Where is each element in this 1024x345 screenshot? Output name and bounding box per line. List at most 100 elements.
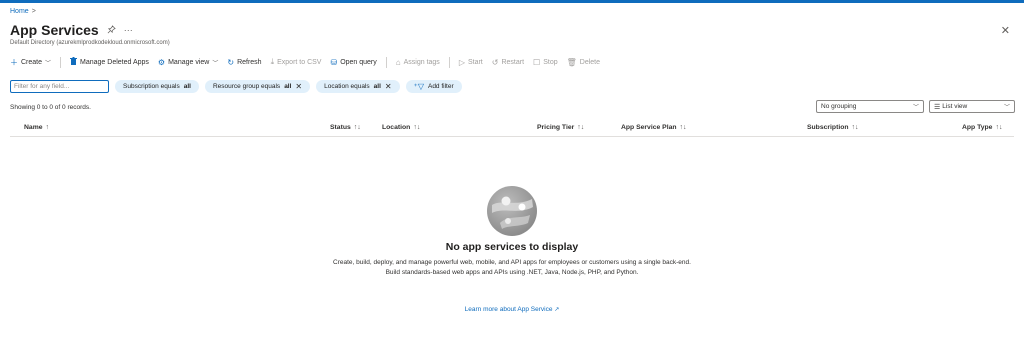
table-header: Name ↑ Status ↑↓ Location ↑↓ Pricing Tie… bbox=[10, 121, 1014, 137]
start-label: Start bbox=[467, 58, 483, 66]
toolbar-divider bbox=[385, 56, 387, 68]
sort-icon: ↑↓ bbox=[851, 124, 859, 131]
open-query-button[interactable]: ⛁ Open query bbox=[330, 58, 376, 67]
delete-button[interactable]: 🗑 Delete bbox=[567, 58, 600, 67]
chevron-down-icon: ﹀ bbox=[912, 105, 919, 111]
assign-tags-label: Assign tags bbox=[403, 58, 440, 66]
refresh-button[interactable]: ↻ Refresh bbox=[227, 58, 261, 67]
add-filter-label: Add filter bbox=[427, 83, 454, 90]
breadcrumb-separator: > bbox=[31, 8, 36, 15]
add-filter-icon: ⁺▽ bbox=[413, 82, 424, 91]
add-filter-button[interactable]: ⁺▽ Add filter bbox=[405, 80, 462, 93]
grouping-dropdown[interactable]: No grouping ﹀ bbox=[816, 100, 924, 113]
list-view-icon: ☰ bbox=[934, 103, 941, 111]
learn-more-label: Learn more about App Service bbox=[464, 306, 553, 313]
delete-label: Delete bbox=[579, 58, 600, 66]
app-service-globe-icon bbox=[487, 186, 537, 236]
filter-pill-label: Location equals bbox=[324, 83, 370, 90]
command-toolbar: ＋ Create ﹀ Manage Deleted Apps ⚙ Manage … bbox=[10, 56, 600, 68]
restart-button[interactable]: ↺ Restart bbox=[492, 58, 524, 67]
column-header-status[interactable]: Status ↑↓ bbox=[330, 124, 361, 131]
open-query-label: Open query bbox=[340, 58, 377, 66]
refresh-label: Refresh bbox=[237, 58, 262, 66]
stop-button[interactable]: ☐ Stop bbox=[533, 58, 558, 67]
sort-icon: ↑ bbox=[45, 124, 50, 131]
sort-icon: ↑↓ bbox=[679, 124, 687, 131]
filter-input[interactable] bbox=[10, 80, 109, 93]
download-icon: ⤓ bbox=[270, 57, 275, 66]
column-label: Status bbox=[330, 124, 351, 131]
empty-state: No app services to display Create, build… bbox=[0, 185, 1024, 278]
plus-icon: ＋ bbox=[10, 57, 18, 67]
column-label: Subscription bbox=[807, 124, 849, 131]
filter-pill-value: all bbox=[183, 83, 191, 90]
filter-pill-location[interactable]: Location equals all ✕ bbox=[316, 80, 400, 93]
start-button[interactable]: ▷ Start bbox=[459, 58, 483, 67]
create-label: Create bbox=[21, 58, 43, 66]
refresh-icon: ↻ bbox=[227, 57, 235, 67]
column-header-location[interactable]: Location ↑↓ bbox=[382, 124, 420, 131]
column-label: Name bbox=[24, 124, 43, 131]
filter-row: Subscription equals all Resource group e… bbox=[10, 80, 462, 93]
sort-icon: ↑↓ bbox=[577, 124, 585, 131]
chevron-down-icon: ﹀ bbox=[1003, 105, 1010, 111]
gear-icon: ⚙ bbox=[157, 57, 166, 67]
tag-icon: ⌂ bbox=[395, 57, 401, 67]
assign-tags-button[interactable]: ⌂ Assign tags bbox=[396, 58, 440, 67]
filter-pill-value: all bbox=[284, 83, 292, 90]
restart-icon: ↺ bbox=[491, 57, 499, 67]
toolbar-divider bbox=[60, 56, 62, 68]
sort-icon: ↑↓ bbox=[995, 124, 1003, 131]
portal-top-accent-bar bbox=[0, 0, 1024, 3]
stop-icon: ☐ bbox=[533, 57, 541, 67]
breadcrumb-home-link[interactable]: Home bbox=[10, 8, 29, 15]
column-label: App Type bbox=[962, 124, 993, 131]
manage-view-button[interactable]: ⚙ Manage view ﹀ bbox=[158, 58, 218, 67]
stop-label: Stop bbox=[543, 58, 558, 66]
toolbar-divider bbox=[448, 56, 450, 68]
play-icon: ▷ bbox=[458, 57, 465, 67]
column-label: Pricing Tier bbox=[537, 124, 575, 131]
pin-icon[interactable] bbox=[107, 24, 116, 36]
manage-deleted-apps-button[interactable]: Manage Deleted Apps bbox=[70, 57, 149, 67]
records-count: Showing 0 to 0 of 0 records. bbox=[10, 104, 91, 111]
sort-icon: ↑↓ bbox=[353, 124, 361, 131]
export-csv-button[interactable]: ⤓ Export to CSV bbox=[271, 57, 322, 67]
learn-more-link[interactable]: Learn more about App Service ↗ bbox=[0, 306, 1024, 313]
filter-pill-label: Subscription equals bbox=[123, 83, 180, 90]
chevron-down-icon: ﹀ bbox=[45, 60, 52, 67]
column-label: App Service Plan bbox=[621, 124, 677, 131]
trash-icon: 🗑 bbox=[566, 57, 577, 67]
view-dropdown[interactable]: ☰ List view ﹀ bbox=[929, 100, 1015, 113]
filter-pill-subscription[interactable]: Subscription equals all bbox=[115, 80, 199, 93]
restart-label: Restart bbox=[501, 58, 525, 66]
external-link-icon: ↗ bbox=[554, 307, 560, 313]
column-header-subscription[interactable]: Subscription ↑↓ bbox=[807, 124, 859, 131]
query-icon: ⛁ bbox=[330, 57, 338, 67]
page-title: App Services bbox=[10, 22, 99, 38]
remove-filter-icon[interactable]: ✕ bbox=[385, 82, 392, 91]
filter-pill-resource-group[interactable]: Resource group equals all ✕ bbox=[204, 80, 311, 93]
remove-filter-icon[interactable]: ✕ bbox=[295, 82, 302, 91]
close-icon[interactable]: ✕ bbox=[1001, 24, 1010, 37]
sort-icon: ↑↓ bbox=[413, 124, 421, 131]
view-selected-wrap: ☰ List view bbox=[934, 103, 967, 111]
trash-icon bbox=[70, 57, 78, 67]
create-button[interactable]: ＋ Create ﹀ bbox=[10, 57, 51, 68]
filter-pill-label: Resource group equals bbox=[212, 83, 281, 90]
page-subtitle: Default Directory (azurekmlprodkodekloud… bbox=[10, 40, 170, 46]
column-header-pricing-tier[interactable]: Pricing Tier ↑↓ bbox=[537, 124, 584, 131]
ellipsis-icon[interactable]: ··· bbox=[124, 25, 133, 35]
column-header-app-type[interactable]: App Type ↑↓ bbox=[962, 124, 1002, 131]
column-header-app-service-plan[interactable]: App Service Plan ↑↓ bbox=[621, 124, 687, 131]
empty-state-title: No app services to display bbox=[445, 241, 579, 253]
column-label: Location bbox=[382, 124, 411, 131]
filter-pill-value: all bbox=[373, 83, 381, 90]
title-row: App Services ··· bbox=[10, 22, 133, 38]
grouping-selected: No grouping bbox=[821, 103, 857, 110]
view-selected: List view bbox=[942, 103, 968, 110]
empty-state-description: Create, build, deploy, and manage powerf… bbox=[333, 259, 691, 276]
column-header-name[interactable]: Name ↑ bbox=[24, 124, 49, 131]
chevron-down-icon: ﹀ bbox=[212, 60, 219, 67]
export-csv-label: Export to CSV bbox=[277, 58, 322, 66]
